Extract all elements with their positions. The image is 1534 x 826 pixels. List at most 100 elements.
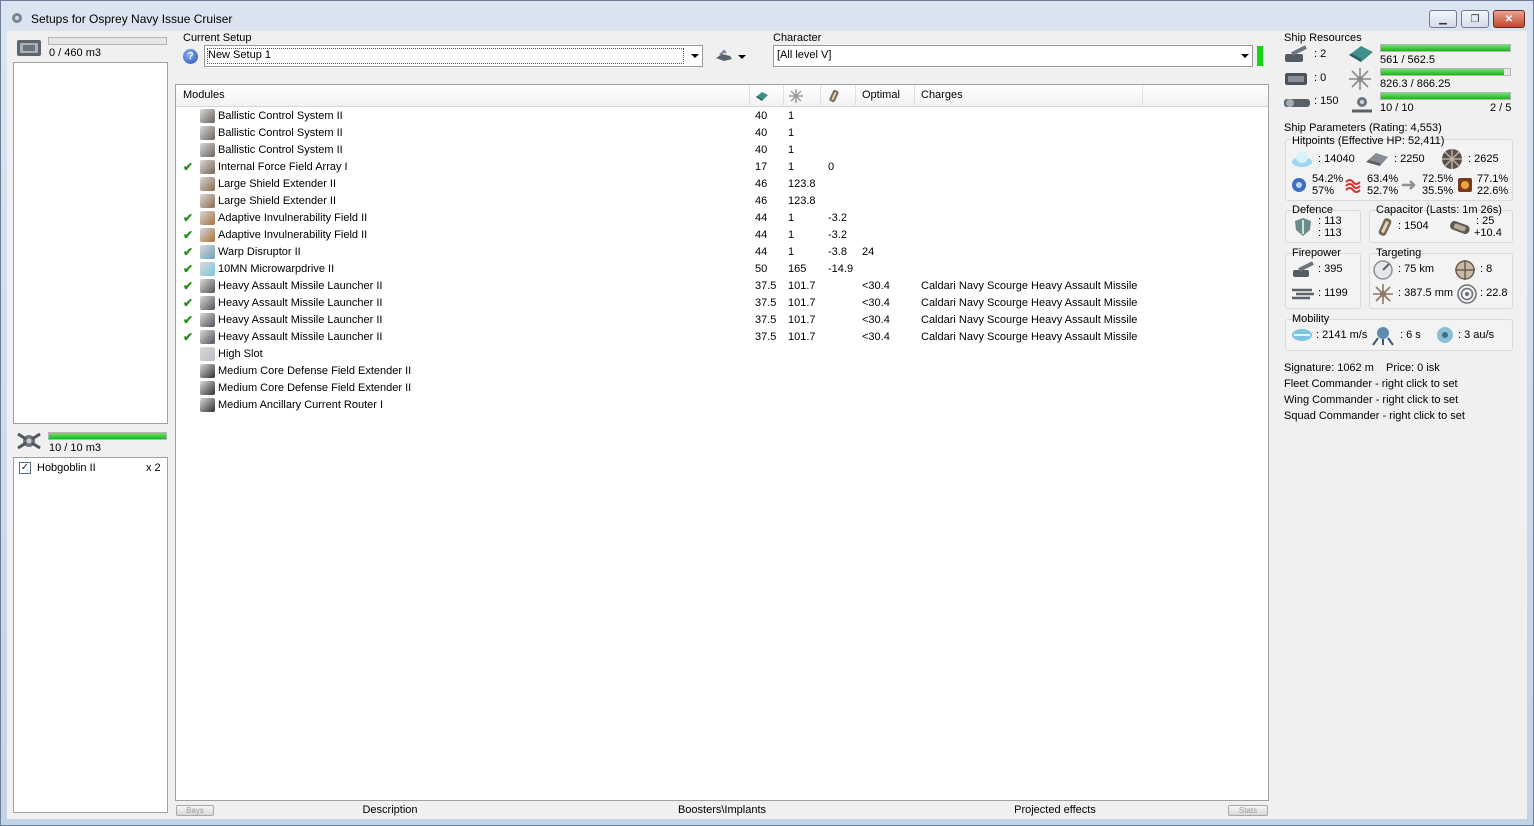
explosive-resist-icon	[1458, 178, 1472, 192]
firepower-value-2: : 1199	[1318, 287, 1348, 299]
minimize-button[interactable]: ▁	[1429, 10, 1457, 28]
module-row[interactable]: Ballistic Control System II 40 1	[176, 142, 1268, 159]
close-icon: ✕	[1504, 13, 1514, 25]
cargo-list[interactable]	[13, 62, 168, 424]
character-label: Character	[773, 32, 822, 44]
fleet-commander-link[interactable]: Fleet Commander - right click to set	[1284, 378, 1458, 390]
column-divider	[749, 85, 750, 107]
squad-commander-link[interactable]: Squad Commander - right click to set	[1284, 410, 1465, 422]
header-optimal[interactable]: Optimal	[862, 89, 900, 101]
rig-icon	[200, 364, 215, 378]
shield-extender-icon	[200, 177, 215, 191]
module-row[interactable]: ✔ Heavy Assault Missile Launcher II 37.5 10…	[176, 329, 1268, 346]
capacitor-column-icon[interactable]	[826, 88, 842, 104]
maximize-button[interactable]: ❐	[1461, 10, 1489, 28]
cpu-value: 561 / 562.5	[1380, 54, 1436, 66]
module-row[interactable]: Large Shield Extender II 46 123.8	[176, 176, 1268, 193]
ship-price: Price: 0 isk	[1386, 362, 1440, 374]
ballistic-control-icon	[200, 109, 215, 123]
capacitor-recharge-icon	[1450, 220, 1470, 234]
module-row[interactable]: ✔ Internal Force Field Array I 17 1 0	[176, 159, 1268, 176]
module-row[interactable]: ✔ Adaptive Invulnerability Field II 44 1 -3.…	[176, 210, 1268, 227]
header-modules[interactable]: Modules	[183, 89, 225, 101]
module-row[interactable]: ✔ Heavy Assault Missile Launcher II 37.5 10…	[176, 295, 1268, 312]
character-select[interactable]: [All level V]	[773, 45, 1253, 67]
em-resist-icon	[1292, 178, 1306, 192]
targeting-range: : 75 km	[1398, 263, 1435, 275]
powergrid-column-icon[interactable]	[788, 88, 804, 104]
module-name: High Slot	[218, 348, 263, 360]
tools-dropdown-icon[interactable]	[738, 55, 746, 59]
module-row[interactable]: Medium Core Defense Field Extender II	[176, 380, 1268, 397]
turret-hardpoint-icon	[1285, 45, 1307, 62]
drone-list[interactable]: ✓ Hobgoblin II x 2	[13, 457, 168, 813]
turret-dps-icon	[1293, 261, 1314, 277]
module-name: Heavy Assault Missile Launcher II	[218, 331, 383, 343]
cpu-icon	[1349, 46, 1373, 62]
firepower-title: Firepower	[1292, 247, 1341, 259]
module-row[interactable]: ✔ 10MN Microwarpdrive II 50 165 -14.9	[176, 261, 1268, 278]
structure-hp-icon	[1442, 149, 1462, 169]
tab-bays[interactable]: Bays	[176, 805, 214, 816]
missile-launcher-icon	[200, 296, 215, 310]
module-row[interactable]: ✔ Adaptive Invulnerability Field II 44 1 -3.…	[176, 227, 1268, 244]
maximize-icon: ❐	[1470, 13, 1480, 25]
hitpoints-title: Hitpoints (Effective HP: 52,411)	[1292, 135, 1445, 147]
module-charges: Caldari Navy Scourge Heavy Assault Missi…	[921, 280, 1138, 292]
shield-hp: : 14040	[1318, 153, 1355, 165]
cargo-hold-icon	[17, 40, 41, 56]
character-value: [All level V]	[777, 49, 832, 61]
title-bar[interactable]: Setups for Osprey Navy Issue Cruiser ▁ ❐…	[1, 1, 1534, 33]
current-setup-select[interactable]: New Setup 1	[204, 45, 703, 67]
align-time-icon	[1372, 327, 1394, 346]
tab-stats[interactable]: Stats	[1228, 805, 1268, 816]
module-active-check-icon: ✔	[183, 279, 194, 293]
force-field-icon	[200, 160, 215, 174]
module-name: Adaptive Invulnerability Field II	[218, 229, 368, 241]
module-capacitor: -3.8	[828, 246, 847, 258]
powergrid-icon	[1349, 68, 1371, 90]
tab-projected-effects[interactable]: Projected effects	[995, 803, 1115, 818]
wing-commander-link[interactable]: Wing Commander - right click to set	[1284, 394, 1458, 406]
module-active-check-icon: ✔	[183, 313, 194, 327]
kinetic-resist-armor: 35.5%	[1422, 185, 1454, 197]
module-row[interactable]: Large Shield Extender II 46 123.8	[176, 193, 1268, 210]
rig-icon	[200, 381, 215, 395]
help-icon[interactable]: ?	[183, 49, 198, 64]
module-capacitor: -14.9	[828, 263, 854, 275]
column-divider	[914, 85, 915, 107]
module-row[interactable]: Ballistic Control System II 40 1	[176, 108, 1268, 125]
targeting-range-icon	[1373, 260, 1393, 280]
cpu-column-icon[interactable]	[754, 88, 770, 104]
tab-boosters-implants[interactable]: Boosters\Implants	[662, 803, 782, 818]
defence-value-1: : 113	[1318, 215, 1342, 227]
drone-checkbox[interactable]: ✓	[19, 462, 31, 474]
capacitor-value-1: : 25	[1476, 215, 1495, 227]
ship-tools-icon[interactable]	[714, 48, 734, 64]
module-name: Medium Core Defense Field Extender II	[218, 365, 412, 377]
module-active-check-icon: ✔	[183, 262, 194, 276]
module-row[interactable]: ✔ Warp Disruptor II 44 1 -3.8 24	[176, 244, 1268, 261]
drones-active: 2 / 5	[1490, 102, 1512, 114]
module-row[interactable]: Medium Core Defense Field Extender II	[176, 363, 1268, 380]
module-row[interactable]: ✔ Heavy Assault Missile Launcher II 37.5 10…	[176, 278, 1268, 295]
tab-description[interactable]: Description	[330, 803, 450, 818]
shield-hp-icon	[1292, 151, 1312, 167]
module-row[interactable]: Medium Ancillary Current Router I	[176, 397, 1268, 414]
close-button[interactable]: ✕	[1493, 10, 1525, 28]
drone-count: x 2	[146, 462, 161, 474]
scan-resolution: : 387.5 mm	[1398, 287, 1454, 299]
module-powergrid: 1	[788, 110, 795, 122]
module-row[interactable]: Ballistic Control System II 40 1	[176, 125, 1268, 142]
drone-bay-capacity: 10 / 10 m3	[49, 442, 101, 454]
module-name: Large Shield Extender II	[218, 195, 337, 207]
module-active-check-icon: ✔	[183, 330, 194, 344]
header-charges[interactable]: Charges	[921, 89, 963, 101]
module-row[interactable]: High Slot	[176, 346, 1268, 363]
thermal-resist-shield: 63.4%	[1367, 173, 1399, 185]
window-title: Setups for Osprey Navy Issue Cruiser	[31, 12, 233, 26]
module-powergrid: 1	[788, 246, 795, 258]
module-cpu: 46	[755, 195, 768, 207]
module-row[interactable]: ✔ Heavy Assault Missile Launcher II 37.5 10…	[176, 312, 1268, 329]
cpu-bar-fill	[1381, 45, 1510, 51]
